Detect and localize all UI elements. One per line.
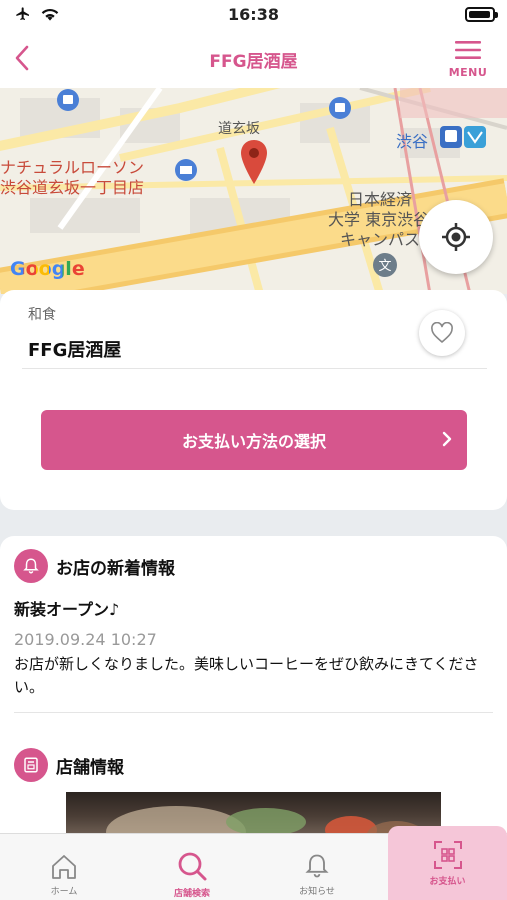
- page-title: FFG居酒屋: [209, 52, 298, 72]
- store-info-icon: [14, 748, 48, 782]
- tab-home[interactable]: ホーム: [30, 834, 98, 900]
- store-map[interactable]: 道玄坂 ナチュラルローソン 渋谷道玄坂一丁目店 渋谷 日本経済 大学 東京渋谷 …: [0, 88, 507, 294]
- divider: [14, 712, 493, 713]
- status-time: 16:38: [228, 5, 279, 24]
- bell-icon: [14, 549, 48, 583]
- info-section-title: 店舗情報: [56, 757, 124, 778]
- store-summary-card: 和食 FFG居酒屋 お支払い方法の選択: [0, 290, 507, 510]
- tab-payment-label: お支払い: [429, 877, 466, 887]
- search-icon: [178, 852, 207, 881]
- menu-label: MENU: [448, 66, 488, 79]
- store-name: FFG居酒屋: [28, 340, 122, 361]
- home-icon: [52, 855, 76, 879]
- map-label-lawson-branch: 渋谷道玄坂一丁目店: [0, 178, 145, 197]
- google-logo: Google: [10, 258, 85, 280]
- select-payment-button[interactable]: お支払い方法の選択: [41, 410, 467, 470]
- hamburger-icon: [455, 41, 481, 59]
- school-icon: 文: [373, 253, 397, 277]
- map-label-university-3: キャンパス: [340, 230, 421, 249]
- heart-icon: [431, 322, 453, 343]
- bus-stop-icon: [57, 89, 79, 111]
- tab-store-search[interactable]: 店舗検索: [150, 834, 234, 900]
- tab-notifications-label: お知らせ: [299, 887, 335, 897]
- navigation-header: FFG居酒屋 MENU: [0, 30, 507, 88]
- map-label-dogenzaka: 道玄坂: [218, 121, 260, 137]
- store-category: 和食: [28, 307, 56, 323]
- news-date: 2019.09.24 10:27: [14, 630, 157, 649]
- tab-bar: ホーム 店舗検索 お知らせ お支払い: [0, 826, 507, 900]
- svg-text:文: 文: [378, 259, 391, 274]
- tab-store-search-label: 店舗検索: [173, 889, 210, 899]
- divider: [22, 368, 487, 369]
- bus-stop-icon-2: [329, 97, 351, 119]
- qr-scan-icon: [433, 841, 462, 869]
- news-title: 新装オープン♪: [14, 600, 120, 619]
- battery-icon: [465, 7, 498, 22]
- status-bar: 16:38: [0, 0, 507, 30]
- map-label-shibuya: 渋谷: [396, 132, 429, 151]
- bell-icon: [305, 854, 329, 878]
- map-pin-icon: [241, 140, 267, 184]
- menu-button[interactable]: MENU: [443, 38, 493, 82]
- select-payment-label: お支払い方法の選択: [181, 432, 326, 451]
- chevron-right-icon: [442, 431, 452, 447]
- news-body: お店が新しくなりました。美味しいコーヒーをぜひ飲みにきてください。: [14, 655, 479, 696]
- crosshair-icon: [442, 223, 470, 251]
- info-section-header: 店舗情報: [14, 748, 124, 782]
- news-section-header: お店の新着情報: [14, 549, 175, 583]
- favorite-button[interactable]: [419, 310, 465, 356]
- tab-home-label: ホーム: [50, 887, 78, 897]
- locate-button[interactable]: [419, 200, 493, 274]
- news-section-title: お店の新着情報: [56, 558, 175, 579]
- tab-notifications[interactable]: お知らせ: [285, 834, 349, 900]
- train-station-icon: [440, 126, 486, 148]
- tab-payment[interactable]: お支払い: [388, 826, 507, 900]
- post-office-icon: [175, 159, 197, 181]
